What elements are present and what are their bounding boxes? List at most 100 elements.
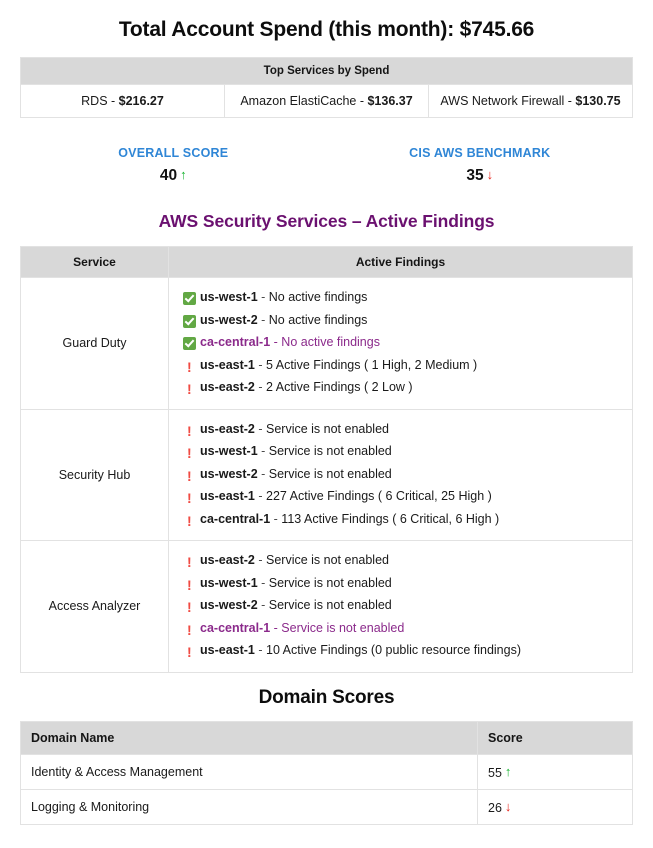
finding-text: 2 Active Findings ( 2 Low ) bbox=[266, 380, 413, 394]
finding-separator: - bbox=[258, 467, 269, 481]
check-icon bbox=[183, 334, 200, 355]
finding-line: !ca-central-1 - Service is not enabled bbox=[183, 618, 622, 641]
table-row: Logging & Monitoring26↓ bbox=[21, 789, 633, 824]
check-icon bbox=[183, 289, 200, 310]
finding-text: Service is not enabled bbox=[269, 444, 392, 458]
exclamation-icon: ! bbox=[183, 421, 200, 442]
column-header-domain-name: Domain Name bbox=[21, 721, 478, 754]
finding-line: us-west-1 - No active findings bbox=[183, 287, 622, 310]
finding-region: ca-central-1 bbox=[200, 621, 270, 635]
exclamation-icon-glyph: ! bbox=[183, 515, 192, 528]
exclamation-icon: ! bbox=[183, 443, 200, 464]
domain-scores-body: Identity & Access Management55↑Logging &… bbox=[21, 754, 633, 824]
cis-benchmark-box: CIS AWS BENCHMARK 35↓ bbox=[327, 144, 634, 187]
table-row: Access Analyzer!us-east-2 - Service is n… bbox=[21, 541, 633, 673]
finding-separator: - bbox=[255, 643, 266, 657]
table-header-row: Domain Name Score bbox=[21, 721, 633, 754]
finding-region: us-east-1 bbox=[200, 643, 255, 657]
finding-separator: - bbox=[258, 313, 269, 327]
exclamation-icon: ! bbox=[183, 642, 200, 663]
finding-separator: - bbox=[258, 598, 269, 612]
finding-region: us-east-1 bbox=[200, 358, 255, 372]
finding-line: !us-east-2 - Service is not enabled bbox=[183, 419, 622, 442]
exclamation-icon: ! bbox=[183, 597, 200, 618]
finding-line: !us-east-2 - Service is not enabled bbox=[183, 550, 622, 573]
finding-text: Service is not enabled bbox=[281, 621, 404, 635]
table-row: Identity & Access Management55↑ bbox=[21, 754, 633, 789]
top-service-amount: $136.37 bbox=[367, 94, 412, 108]
exclamation-icon-glyph: ! bbox=[183, 579, 192, 592]
exclamation-icon-glyph: ! bbox=[183, 383, 192, 396]
findings-list-cell: !us-east-2 - Service is not enabled!us-w… bbox=[169, 409, 633, 541]
finding-region: us-west-2 bbox=[200, 467, 258, 481]
column-header-score: Score bbox=[478, 721, 633, 754]
cis-benchmark-label: CIS AWS BENCHMARK bbox=[327, 144, 634, 163]
exclamation-icon: ! bbox=[183, 575, 200, 596]
exclamation-icon-glyph: ! bbox=[183, 447, 192, 460]
domain-scores-table: Domain Name Score Identity & Access Mana… bbox=[20, 721, 633, 825]
exclamation-icon-glyph: ! bbox=[183, 492, 192, 505]
top-service-cell: Amazon ElastiCache - $136.37 bbox=[225, 85, 429, 118]
cis-benchmark-value-row: 35↓ bbox=[327, 164, 634, 187]
overall-score-value: 40 bbox=[160, 167, 177, 184]
finding-line: !us-west-1 - Service is not enabled bbox=[183, 441, 622, 464]
top-service-cell: RDS - $216.27 bbox=[21, 85, 225, 118]
domain-score-value: 26 bbox=[488, 801, 502, 815]
top-service-amount: $130.75 bbox=[575, 94, 620, 108]
table-row: Guard Duty us-west-1 - No active findings… bbox=[21, 278, 633, 410]
finding-separator: - bbox=[270, 335, 281, 349]
finding-text: 227 Active Findings ( 6 Critical, 25 Hig… bbox=[266, 489, 492, 503]
report-page: Total Account Spend (this month): $745.6… bbox=[0, 17, 653, 825]
top-service-amount: $216.27 bbox=[119, 94, 164, 108]
top-services-by-spend-table: Top Services by Spend RDS - $216.27Amazo… bbox=[20, 57, 633, 118]
exclamation-icon-glyph: ! bbox=[183, 470, 192, 483]
finding-text: Service is not enabled bbox=[269, 576, 392, 590]
finding-region: us-west-1 bbox=[200, 290, 258, 304]
active-findings-table: Service Active Findings Guard Dutyus-wes… bbox=[20, 246, 633, 673]
domain-name-cell: Identity & Access Management bbox=[21, 754, 478, 789]
exclamation-icon: ! bbox=[183, 357, 200, 378]
finding-line: ! us-east-1 - 10 Active Findings (0 publi… bbox=[183, 640, 622, 663]
finding-text: 5 Active Findings ( 1 High, 2 Medium ) bbox=[266, 358, 477, 372]
finding-separator: - bbox=[270, 512, 281, 526]
domain-name-cell: Logging & Monitoring bbox=[21, 789, 478, 824]
finding-text: 113 Active Findings ( 6 Critical, 6 High… bbox=[281, 512, 499, 526]
domain-scores-title: Domain Scores bbox=[20, 673, 633, 721]
finding-line: !us-east-1 - 227 Active Findings ( 6 Cri… bbox=[183, 486, 622, 509]
top-services-header: Top Services by Spend bbox=[21, 58, 633, 85]
page-title: Total Account Spend (this month): $745.6… bbox=[20, 17, 633, 42]
finding-line: ca-central-1 - No active findings bbox=[183, 332, 622, 355]
finding-line: !us-west-2 - Service is not enabled bbox=[183, 595, 622, 618]
exclamation-icon-glyph: ! bbox=[183, 601, 192, 614]
exclamation-icon-glyph: ! bbox=[183, 646, 192, 659]
domain-score-cell: 26↓ bbox=[478, 789, 633, 824]
finding-separator: - bbox=[255, 422, 266, 436]
column-header-active-findings: Active Findings bbox=[169, 247, 633, 278]
finding-text: No active findings bbox=[269, 313, 368, 327]
finding-line: !us-west-2 - Service is not enabled bbox=[183, 464, 622, 487]
service-name-cell: Security Hub bbox=[21, 409, 169, 541]
check-icon-glyph bbox=[183, 292, 196, 305]
check-icon-glyph bbox=[183, 315, 196, 328]
top-service-name: RDS - bbox=[81, 94, 119, 108]
finding-separator: - bbox=[258, 576, 269, 590]
cis-benchmark-value: 35 bbox=[466, 167, 483, 184]
finding-text: Service is not enabled bbox=[269, 598, 392, 612]
finding-region: us-east-1 bbox=[200, 489, 255, 503]
findings-list-cell: !us-east-2 - Service is not enabled!us-w… bbox=[169, 541, 633, 673]
trend-down-icon: ↓ bbox=[505, 799, 512, 814]
table-row: Security Hub!us-east-2 - Service is not … bbox=[21, 409, 633, 541]
finding-text: Service is not enabled bbox=[266, 422, 389, 436]
overall-score-box: OVERALL SCORE 40↑ bbox=[20, 144, 327, 187]
finding-separator: - bbox=[255, 358, 266, 372]
finding-text: No active findings bbox=[281, 335, 380, 349]
finding-text: Service is not enabled bbox=[266, 553, 389, 567]
exclamation-icon: ! bbox=[183, 511, 200, 532]
exclamation-icon-glyph: ! bbox=[183, 624, 192, 637]
top-service-name: Amazon ElastiCache - bbox=[240, 94, 367, 108]
finding-text: 10 Active Findings (0 public resource fi… bbox=[266, 643, 521, 657]
finding-line: !us-west-1 - Service is not enabled bbox=[183, 573, 622, 596]
overall-score-label: OVERALL SCORE bbox=[20, 144, 327, 163]
service-name-cell: Guard Duty bbox=[21, 278, 169, 410]
finding-separator: - bbox=[258, 444, 269, 458]
